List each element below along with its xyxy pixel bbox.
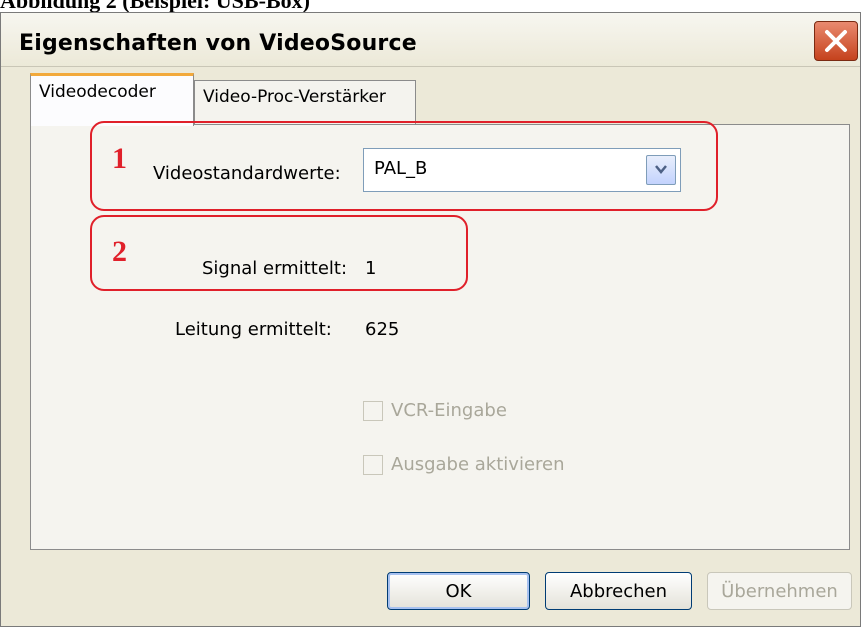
enable-output-checkbox[interactable]: [363, 455, 383, 475]
tab-video-proc-amp[interactable]: Video-Proc-Verstärker: [194, 80, 416, 124]
line-value: 625: [365, 319, 400, 340]
callout-box-1: [90, 121, 718, 211]
enable-output-label: Ausgabe aktivieren: [391, 454, 565, 475]
ok-button[interactable]: OK: [387, 572, 530, 610]
callout-number-2: 2: [112, 235, 127, 268]
callout-box-2: [90, 215, 468, 291]
vcr-input-label: VCR-Eingabe: [391, 400, 507, 421]
close-button[interactable]: [814, 21, 858, 61]
figure-caption: Abbildung 2 (Beispiel: USB-Box): [0, 0, 310, 13]
cancel-button[interactable]: Abbrechen: [545, 572, 692, 610]
title-bar: Eigenschaften von VideoSource: [1, 13, 860, 67]
close-icon: [825, 30, 847, 52]
tab-videodecoder[interactable]: Videodecoder: [30, 73, 194, 126]
line-label: Leitung ermittelt:: [175, 319, 332, 340]
callout-number-1: 1: [112, 142, 127, 175]
apply-button[interactable]: Übernehmen: [707, 572, 852, 610]
vcr-input-checkbox[interactable]: [363, 401, 383, 421]
window-title: Eigenschaften von VideoSource: [19, 31, 417, 56]
